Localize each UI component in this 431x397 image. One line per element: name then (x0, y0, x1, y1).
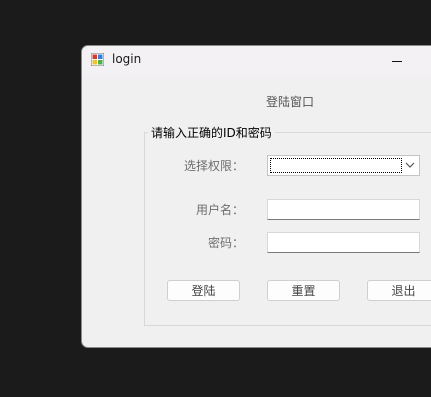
permission-label: 选择权限： (183, 159, 244, 173)
password-input[interactable] (267, 232, 420, 253)
login-window: login 登陆窗口 请输入正确的ID和密码 选择权限： 用户名： 密码： 登陆… (81, 45, 431, 348)
username-label: 用户名： (195, 203, 244, 217)
minimize-icon (392, 60, 402, 62)
minimize-button[interactable] (384, 50, 410, 72)
permission-select[interactable] (267, 155, 420, 176)
exit-button[interactable]: 退出 (367, 280, 431, 301)
focus-rectangle (270, 158, 402, 173)
groupbox-label: 请输入正确的ID和密码 (148, 124, 275, 141)
password-label: 密码： (207, 236, 244, 250)
form-title: 登陆窗口 (266, 95, 315, 109)
window-title: login (112, 52, 142, 66)
username-input[interactable] (267, 199, 420, 220)
title-bar[interactable]: login (82, 46, 431, 76)
reset-button[interactable]: 重置 (267, 280, 340, 301)
chevron-down-icon[interactable] (404, 159, 416, 171)
app-icon (91, 53, 104, 66)
login-button[interactable]: 登陆 (167, 280, 240, 301)
